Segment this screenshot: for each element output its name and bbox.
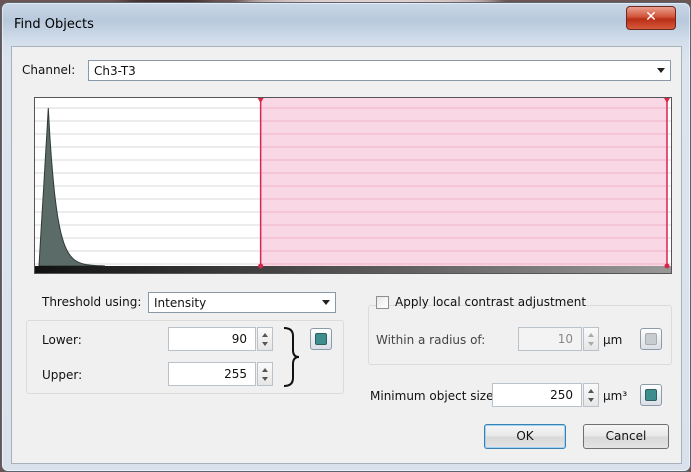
upper-label: Upper:: [42, 368, 83, 382]
spin-down-icon: [588, 398, 594, 402]
threshold-using-select[interactable]: Intensity: [148, 292, 336, 313]
intensity-gradient-bar: [35, 266, 671, 273]
spin-up-icon: [262, 368, 268, 372]
histogram-svg: [35, 98, 671, 273]
close-icon: ✕: [645, 9, 657, 25]
histogram-peak: [38, 107, 106, 267]
dialog-body: Channel: Ch3-T3 Threshold using: Intensi…: [11, 46, 682, 464]
min-size-label: Minimum object size:: [370, 389, 498, 403]
threshold-selection: [260, 98, 667, 266]
spin-down-icon: [262, 377, 268, 381]
lower-label: Lower:: [42, 333, 82, 347]
min-size-calculator-button[interactable]: [640, 384, 662, 406]
close-button[interactable]: ✕: [626, 6, 676, 30]
ok-button[interactable]: OK: [484, 424, 566, 449]
spin-up-icon: [588, 333, 594, 337]
upper-input[interactable]: 255: [168, 362, 256, 386]
radius-calculator-button[interactable]: [640, 328, 662, 350]
channel-label: Channel:: [22, 63, 76, 77]
radius-stepper[interactable]: [583, 327, 599, 351]
lower-threshold-marker-bottom-handle: [258, 263, 264, 269]
calculator-icon: [315, 333, 327, 345]
min-size-value: 250: [550, 388, 573, 402]
local-contrast-checkbox[interactable]: [376, 296, 389, 309]
upper-value: 255: [224, 367, 247, 381]
threshold-using-label: Threshold using:: [42, 295, 142, 309]
spin-up-icon: [588, 389, 594, 393]
find-objects-dialog: Find Objects ✕ Channel: Ch3-T3 Threshold…: [1, 2, 691, 472]
upper-stepper[interactable]: [257, 362, 273, 386]
min-size-unit: µm³: [603, 389, 628, 403]
chevron-down-icon: [657, 68, 665, 73]
title-bar: Find Objects ✕: [2, 3, 690, 43]
lower-stepper[interactable]: [257, 327, 273, 351]
radius-unit: µm: [603, 333, 623, 347]
lower-value: 90: [231, 332, 247, 346]
brace-icon: [283, 327, 300, 387]
radius-input[interactable]: 10: [518, 327, 582, 351]
radius-value: 10: [557, 332, 573, 346]
threshold-using-selected-value: Intensity: [154, 296, 207, 310]
calculator-icon: [645, 389, 657, 401]
spin-down-icon: [588, 342, 594, 346]
spin-up-icon: [262, 333, 268, 337]
dialog-title: Find Objects: [14, 17, 94, 32]
spin-down-icon: [262, 342, 268, 346]
channel-selected-value: Ch3-T3: [94, 64, 136, 78]
min-size-stepper[interactable]: [583, 383, 599, 407]
channel-select[interactable]: Ch3-T3: [88, 60, 671, 81]
threshold-calculator-button[interactable]: [310, 328, 332, 350]
histogram-chart[interactable]: [34, 97, 672, 274]
local-contrast-label: Apply local contrast adjustment: [395, 295, 587, 309]
radius-label: Within a radius of:: [376, 333, 486, 347]
chevron-down-icon: [322, 300, 330, 305]
cancel-button[interactable]: Cancel: [583, 424, 669, 449]
calculator-icon: [645, 333, 657, 345]
upper-threshold-marker-bottom-handle: [664, 263, 670, 269]
lower-input[interactable]: 90: [168, 327, 256, 351]
min-size-input[interactable]: 250: [492, 383, 582, 407]
